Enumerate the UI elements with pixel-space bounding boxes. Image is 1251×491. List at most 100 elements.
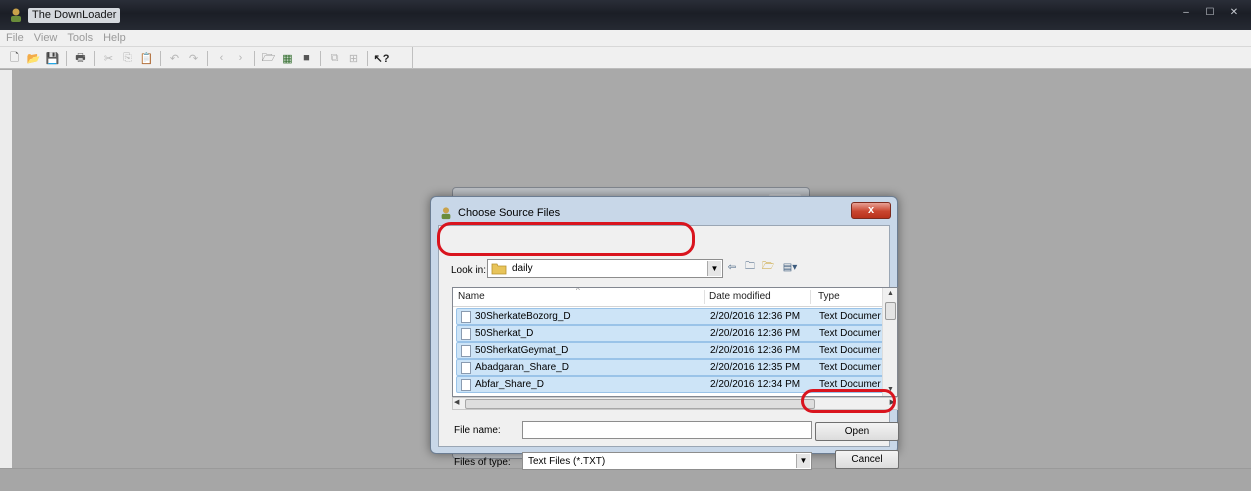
- column-name[interactable]: Name: [458, 291, 485, 302]
- dialog-body: Look in: daily ▼ ⇦ 🗀 🗁 ▤▾ Name ^ Date mo…: [438, 225, 899, 470]
- redo-icon[interactable]: ↷: [185, 50, 202, 67]
- menu-view[interactable]: View: [34, 32, 58, 44]
- dialog-app-icon: [441, 207, 451, 220]
- file-row[interactable]: 30SherkateBozorg_D 2/20/2016 12:36 PM Te…: [456, 308, 884, 325]
- up-folder-icon[interactable]: 🗀: [743, 260, 757, 274]
- column-date-modified[interactable]: Date modified: [709, 291, 771, 302]
- status-strip: [0, 468, 1251, 491]
- look-in-dropdown[interactable]: daily ▼: [487, 259, 723, 278]
- scroll-down-icon[interactable]: ▼: [883, 384, 897, 396]
- file-list-vertical-scrollbar[interactable]: ▲ ▼: [882, 288, 897, 396]
- file-name: 30SherkateBozorg_D: [475, 311, 571, 322]
- dialog-close-button[interactable]: x: [851, 202, 891, 219]
- forward-icon[interactable]: ›: [232, 50, 249, 67]
- save-icon[interactable]: 💾: [44, 50, 61, 67]
- files-of-type-dropdown[interactable]: Text Files (*.TXT) ▼: [522, 452, 812, 470]
- back-arrow-icon[interactable]: ⇦: [725, 260, 739, 274]
- grid-icon[interactable]: ⊞: [345, 50, 362, 67]
- menu-help[interactable]: Help: [103, 32, 126, 44]
- menubar: File View Tools Help: [0, 30, 1251, 47]
- dialog-title: Choose Source Files: [458, 207, 561, 219]
- scroll-thumb[interactable]: [885, 302, 896, 320]
- file-row[interactable]: Abfar_Share_D 2/20/2016 12:34 PM Text Do…: [456, 376, 884, 393]
- text-file-icon: [461, 328, 471, 340]
- scroll-up-icon[interactable]: ▲: [883, 288, 897, 300]
- chevron-down-icon[interactable]: ▼: [796, 454, 810, 468]
- file-row[interactable]: 50SherkatGeymat_D 2/20/2016 12:36 PM Tex…: [456, 342, 884, 359]
- toolbar-separator: [66, 50, 67, 66]
- toolbar-separator: [94, 50, 95, 66]
- file-name: Abfar_Share_D: [475, 379, 544, 390]
- file-type: Text Documer: [819, 379, 881, 390]
- text-file-icon: [461, 379, 471, 391]
- toolbar-separator: [367, 50, 368, 66]
- files-of-type-label: Files of type:: [454, 457, 511, 468]
- stop-icon[interactable]: ■: [298, 50, 315, 67]
- choose-source-files-dialog: Choose Source Files x Look in: daily ▼ ⇦…: [430, 196, 899, 470]
- file-date: 2/20/2016 12:36 PM: [710, 345, 801, 356]
- cut-icon[interactable]: ✂: [100, 50, 117, 67]
- file-name: Abadgaran_Share_D: [475, 362, 569, 373]
- file-date: 2/20/2016 12:34 PM: [710, 379, 801, 390]
- window-controls: – ☐ ✕: [1175, 5, 1245, 21]
- file-name: 50Sherkat_D: [475, 328, 534, 339]
- text-file-icon: [461, 362, 471, 374]
- menu-tools[interactable]: Tools: [67, 32, 93, 44]
- menu-file[interactable]: File: [6, 32, 24, 44]
- sort-indicator-icon: ^: [576, 287, 580, 295]
- file-date: 2/20/2016 12:36 PM: [710, 311, 801, 322]
- paste-icon[interactable]: 📋: [138, 50, 155, 67]
- new-icon[interactable]: 🗋: [6, 50, 23, 67]
- view-menu-icon[interactable]: ▤▾: [779, 260, 801, 274]
- chevron-down-icon[interactable]: ▼: [707, 261, 721, 276]
- file-type: Text Documer: [819, 345, 881, 356]
- open-icon[interactable]: 📂: [25, 50, 42, 67]
- back-icon[interactable]: ‹: [213, 50, 230, 67]
- file-name: 50SherkatGeymat_D: [475, 345, 569, 356]
- scroll-right-icon[interactable]: ▶: [890, 398, 895, 406]
- undo-icon[interactable]: ↶: [166, 50, 183, 67]
- toolbar-separator: [160, 50, 161, 66]
- minimize-button[interactable]: –: [1175, 5, 1197, 21]
- app-titlebar: The DownLoader – ☐ ✕: [0, 0, 1251, 30]
- file-row[interactable]: 50Sherkat_D 2/20/2016 12:36 PM Text Docu…: [456, 325, 884, 342]
- file-name-input[interactable]: [522, 421, 812, 439]
- workspace-left-border: [0, 70, 12, 491]
- file-date: 2/20/2016 12:36 PM: [710, 328, 801, 339]
- open-button[interactable]: Open: [815, 422, 899, 441]
- file-list-horizontal-scrollbar[interactable]: ◀ ▶: [452, 397, 898, 410]
- text-file-icon: [461, 311, 471, 323]
- file-name-label: File name:: [454, 425, 501, 436]
- scroll-thumb[interactable]: [465, 399, 815, 409]
- folder-open-icon[interactable]: 🗁: [260, 50, 277, 67]
- copy-icon[interactable]: ⎘: [119, 50, 136, 67]
- look-in-value: daily: [512, 263, 533, 274]
- new-folder-icon[interactable]: 🗁: [761, 260, 775, 274]
- folder-icon: [491, 263, 507, 275]
- file-row[interactable]: Abadgaran_Share_D 2/20/2016 12:35 PM Tex…: [456, 359, 884, 376]
- column-type[interactable]: Type: [818, 291, 840, 302]
- maximize-button[interactable]: ☐: [1199, 5, 1221, 21]
- column-divider: [810, 290, 811, 304]
- copy-grid-icon[interactable]: ⧉: [326, 50, 343, 67]
- file-type: Text Documer: [819, 362, 881, 373]
- file-list[interactable]: Name ^ Date modified Type 30SherkateBozo…: [452, 287, 898, 397]
- cancel-button[interactable]: Cancel: [835, 450, 899, 469]
- file-date: 2/20/2016 12:35 PM: [710, 362, 801, 373]
- download-icon[interactable]: ▦: [279, 50, 296, 67]
- help-pointer-icon[interactable]: ↖?: [373, 50, 390, 67]
- toolbar-separator: [320, 50, 321, 66]
- close-window-button[interactable]: ✕: [1223, 5, 1245, 21]
- column-divider: [704, 290, 705, 304]
- app-icon: [11, 8, 21, 22]
- scroll-left-icon[interactable]: ◀: [454, 398, 459, 406]
- folder-nav-toolbar: ⇦ 🗀 🗁 ▤▾: [725, 260, 801, 274]
- print-icon[interactable]: 🖶: [72, 50, 89, 67]
- toolbar: 🗋 📂 💾 🖶 ✂ ⎘ 📋 ↶ ↷ ‹ › 🗁 ▦ ■ ⧉ ⊞ ↖?: [0, 47, 1251, 69]
- files-of-type-value: Text Files (*.TXT): [528, 456, 606, 467]
- toolbar-separator: [207, 50, 208, 66]
- toolbar-end-divider: [412, 47, 413, 69]
- file-type: Text Documer: [819, 311, 881, 322]
- toolbar-separator: [254, 50, 255, 66]
- text-file-icon: [461, 345, 471, 357]
